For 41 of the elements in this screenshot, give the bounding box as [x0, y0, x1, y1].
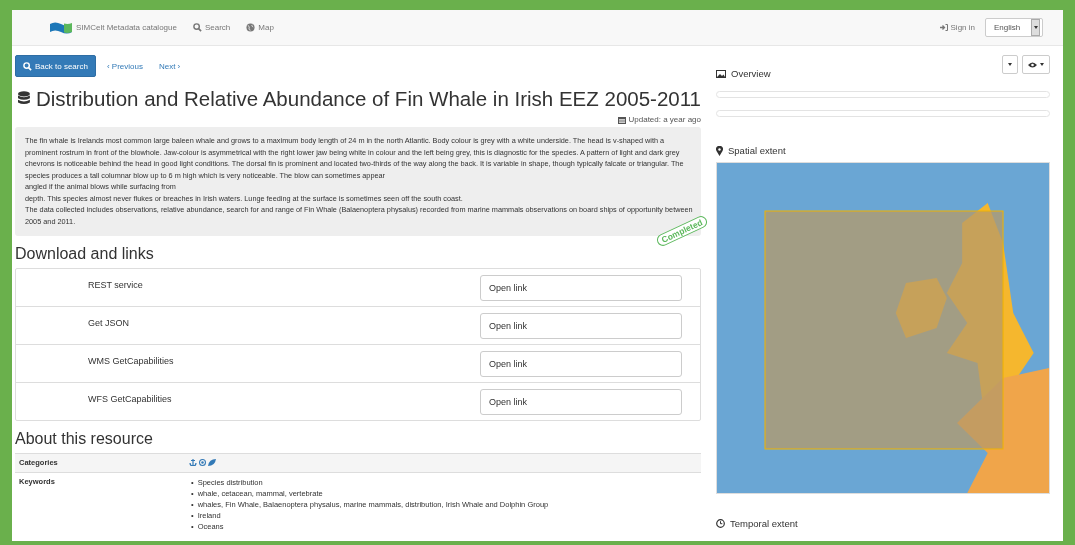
- map-pin-icon: [716, 145, 723, 156]
- open-link-button[interactable]: Open link: [480, 312, 682, 339]
- anchor-icon: [189, 458, 197, 466]
- nav-link[interactable]: Search: [192, 23, 231, 32]
- section-title: Spatial extent: [728, 145, 786, 156]
- leaf-icon: [208, 459, 217, 466]
- logo-icon: [50, 21, 72, 34]
- section-heading: Download and links: [15, 245, 154, 263]
- search-icon: [23, 61, 32, 71]
- link-name: WMS GetCapabilities: [88, 355, 175, 366]
- link-name: REST service: [88, 279, 144, 290]
- search-icon: [192, 23, 202, 32]
- caret-icon: [1040, 63, 1044, 66]
- section-heading: About this resource: [15, 430, 153, 448]
- language-select[interactable]: English: [985, 18, 1043, 37]
- caret-icon: [1008, 63, 1012, 66]
- calendar-icon: [617, 115, 626, 124]
- open-link-button[interactable]: Open link: [480, 274, 682, 301]
- brand-link[interactable]: SIMCelt Metadata catalogue: [50, 21, 177, 34]
- nav-link[interactable]: Map: [246, 23, 274, 32]
- image-icon: [716, 69, 726, 78]
- link-name: Get JSON: [88, 317, 130, 328]
- updated-text: Updated: a year ago: [628, 115, 701, 124]
- next-link[interactable]: Next ›: [153, 61, 186, 71]
- brand-name: SIMCelt Metadata catalogue: [76, 23, 177, 32]
- link-name: WFS GetCapabilities: [88, 393, 173, 404]
- eye-icon: [1028, 61, 1037, 68]
- section-title: Overview: [731, 68, 771, 79]
- globe-icon: [246, 23, 256, 32]
- caret-icon: [1031, 19, 1040, 36]
- view-button[interactable]: [1022, 55, 1050, 74]
- globe-icon: [199, 459, 207, 466]
- previous-link[interactable]: ‹ Previous: [101, 61, 148, 71]
- clock-icon: [716, 519, 725, 528]
- record-title: Distribution and Relative Abundance of Fin Whale in Irish EEZ 2005-2011: [35, 87, 701, 111]
- open-link-button[interactable]: Open link: [480, 350, 682, 377]
- section-title: Temporal extent: [730, 518, 798, 529]
- sign-in-icon: [939, 24, 948, 31]
- sign-in-link[interactable]: Sign in: [939, 23, 975, 32]
- back-to-search-button[interactable]: Back to search: [15, 55, 96, 77]
- open-link-button[interactable]: Open link: [480, 388, 682, 415]
